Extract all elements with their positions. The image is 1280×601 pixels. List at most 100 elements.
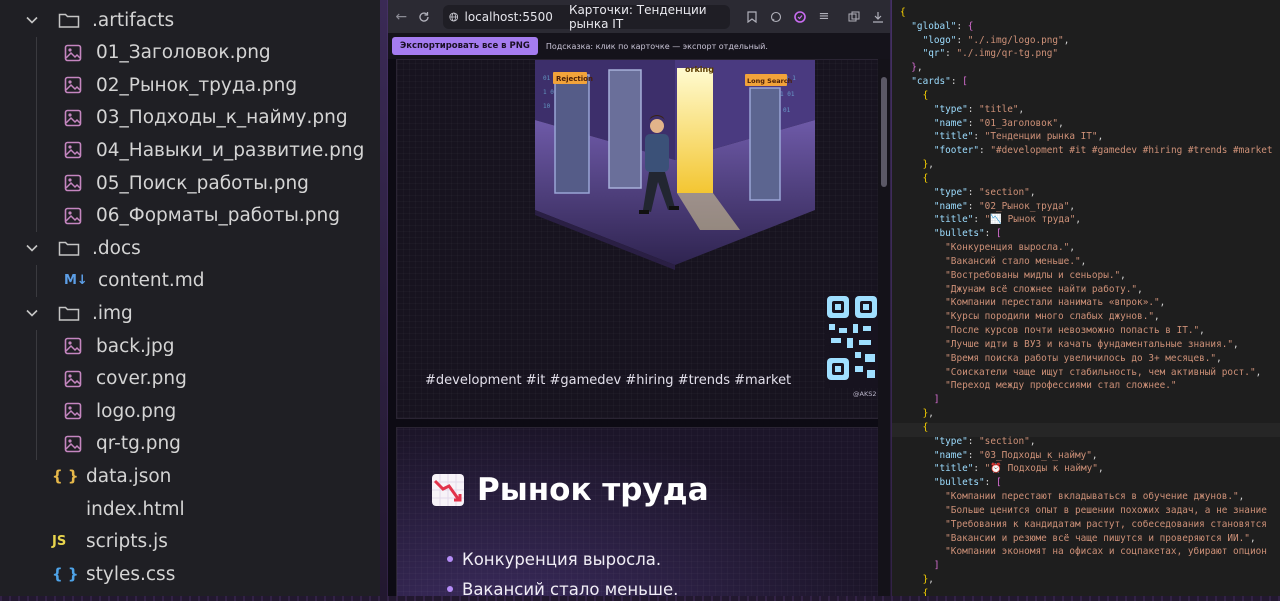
code-token: "Джунам всё сложнее найти работу.": [900, 283, 1138, 295]
file-item[interactable]: 01_Заголовок.png: [64, 37, 271, 69]
folder-item[interactable]: .artifacts: [24, 4, 174, 36]
code-line: "Требования к кандидатам растут, собесед…: [900, 518, 1267, 532]
code-line: "type": "title",: [900, 103, 1024, 117]
image-file-icon: [64, 109, 82, 127]
code-token: "title": [900, 131, 974, 143]
code-token: ,: [1159, 297, 1166, 309]
tree-item-label: cover.png: [96, 368, 187, 390]
code-token: :: [956, 34, 968, 46]
file-item[interactable]: M↓ content.md: [64, 265, 204, 297]
file-item[interactable]: cover.png: [64, 363, 187, 395]
file-item[interactable]: 04_Навыки_и_развитие.png: [64, 134, 364, 166]
code-line: "Переход между профессиями стал сложнее.…: [900, 379, 1177, 393]
tree-item-label: 01_Заголовок.png: [96, 42, 271, 64]
code-token: {: [900, 89, 929, 101]
code-token: "name": [900, 200, 968, 212]
code-line: "bullets": [: [900, 227, 1002, 241]
extension-icon[interactable]: [788, 5, 812, 29]
tree-item-label: 03_Подходы_к_найму.png: [96, 107, 348, 129]
code-token: ,: [1249, 532, 1256, 544]
file-item[interactable]: 02_Рынок_труда.png: [64, 69, 297, 101]
code-token: ,: [928, 408, 934, 420]
file-item[interactable]: { } styles.css: [52, 558, 175, 590]
chevron-down-icon[interactable]: [24, 12, 40, 28]
code-token: "📉 Рынок труда": [984, 214, 1076, 226]
page-viewport[interactable]: 01 10 11 0 0110 1 1 0 11 0101 Rejection …: [388, 59, 878, 596]
code-line: ]: [900, 393, 940, 407]
tree-item-label: back.jpg: [96, 335, 175, 357]
tree-item-label: 02_Рынок_труда.png: [96, 74, 298, 96]
address-bar[interactable]: localhost:5500 Карточки: Тенденции рынка…: [442, 3, 730, 31]
code-line: "global": {: [900, 20, 973, 34]
download-icon[interactable]: [866, 5, 890, 29]
code-token: ,: [1029, 435, 1036, 447]
code-token: "Востребованы мидлы и сеньоры.": [900, 269, 1121, 281]
image-file-icon: [64, 174, 82, 192]
menu-icon[interactable]: ≡: [812, 5, 836, 29]
code-line: {: [900, 89, 929, 103]
code-token: "Больше ценится опыт в решении похожих з…: [900, 504, 1267, 516]
tree-item-label: logo.png: [96, 400, 177, 422]
file-item[interactable]: 06_Форматы_работы.png: [64, 200, 340, 232]
chevron-down-icon[interactable]: [24, 240, 40, 256]
code-token: :: [967, 200, 980, 212]
back-icon[interactable]: ←: [390, 4, 412, 30]
image-file-icon: [64, 76, 82, 94]
chat-icon[interactable]: [764, 5, 788, 29]
file-item[interactable]: { } data.json: [52, 460, 171, 492]
file-item[interactable]: index.html: [52, 493, 185, 525]
chevron-down-icon[interactable]: [24, 305, 40, 321]
export-all-png-button[interactable]: Экспортировать все в PNG: [392, 37, 538, 55]
code-token: ,: [1069, 200, 1075, 212]
card-labor-market[interactable]: Рынок труда Конкуренция выросла. Ваканси…: [396, 427, 878, 596]
bullet-item: Вакансий стало меньше.: [447, 574, 678, 597]
image-file-icon: [64, 402, 82, 420]
file-item[interactable]: logo.png: [64, 395, 176, 427]
file-explorer: .artifacts 01_Заголовок.png 02_Рынок_труда…: [0, 0, 380, 596]
file-item[interactable]: back.jpg: [64, 330, 174, 362]
scrollbar-thumb[interactable]: [881, 77, 887, 187]
file-item[interactable]: 05_Поиск_работы.png: [64, 167, 309, 199]
code-token: "Лучше идти в ВУЗ и качать фундаментальн…: [900, 338, 1234, 350]
code-token: "Вакансий стало меньше.": [900, 255, 1081, 267]
code-token: {: [900, 587, 929, 596]
folder-item[interactable]: .img: [24, 297, 133, 329]
code-editor[interactable]: { "global": { "logo": "./.img/logo.png",…: [892, 0, 1280, 596]
code-line: "Компании перестают вкладываться в обуче…: [900, 490, 1244, 504]
code-token: "global": [900, 20, 957, 32]
file-item[interactable]: JS scripts.js: [52, 526, 168, 558]
code-line: {: [900, 172, 929, 186]
code-token: ]: [900, 394, 940, 406]
file-item[interactable]: qr-tg.png: [64, 428, 181, 460]
card-title[interactable]: 01 10 11 0 0110 1 1 0 11 0101 Rejection …: [396, 59, 878, 419]
code-token: [: [995, 477, 1002, 489]
reload-icon[interactable]: [412, 4, 434, 30]
scrollbar-track[interactable]: [878, 59, 890, 596]
code-token: ,: [1091, 449, 1098, 461]
svg-text:01: 01: [783, 107, 791, 114]
bookmark-icon[interactable]: [740, 5, 764, 29]
code-token: "Переход между профессиями стал сложнее.…: [900, 380, 1177, 392]
folder-item[interactable]: .docs: [24, 232, 141, 264]
qr-code: [825, 292, 878, 388]
tabs-icon[interactable]: [842, 5, 866, 29]
cover-label-long-search: Long Search: [747, 77, 793, 85]
image-file-icon: [64, 435, 82, 453]
code-token: ,: [916, 62, 923, 74]
browser-window: ← localhost:5500 Карточки: Тенденции рын…: [388, 0, 890, 596]
export-hint: Подсказка: клик по карточке — экспорт от…: [545, 41, 768, 51]
folder-icon: [58, 11, 80, 29]
code-line: "Больше ценится опыт в решении похожих з…: [900, 504, 1267, 518]
code-token: "bullets": [900, 477, 985, 489]
code-line: "name": "02_Рынок_труда",: [900, 200, 1075, 214]
code-token: {: [900, 172, 929, 184]
file-item[interactable]: 03_Подходы_к_найму.png: [64, 102, 348, 134]
code-token: "type": [900, 103, 968, 115]
tree-item-label: scripts.js: [86, 531, 168, 553]
url-host: localhost:5500: [464, 9, 553, 24]
card-footer-hashtags: #development #it #gamedev #hiring #trend…: [425, 373, 792, 388]
code-line: },: [900, 158, 934, 172]
code-token: :: [967, 435, 980, 447]
code-token: "./.img/logo.png": [967, 34, 1064, 46]
code-token: :: [945, 48, 957, 60]
